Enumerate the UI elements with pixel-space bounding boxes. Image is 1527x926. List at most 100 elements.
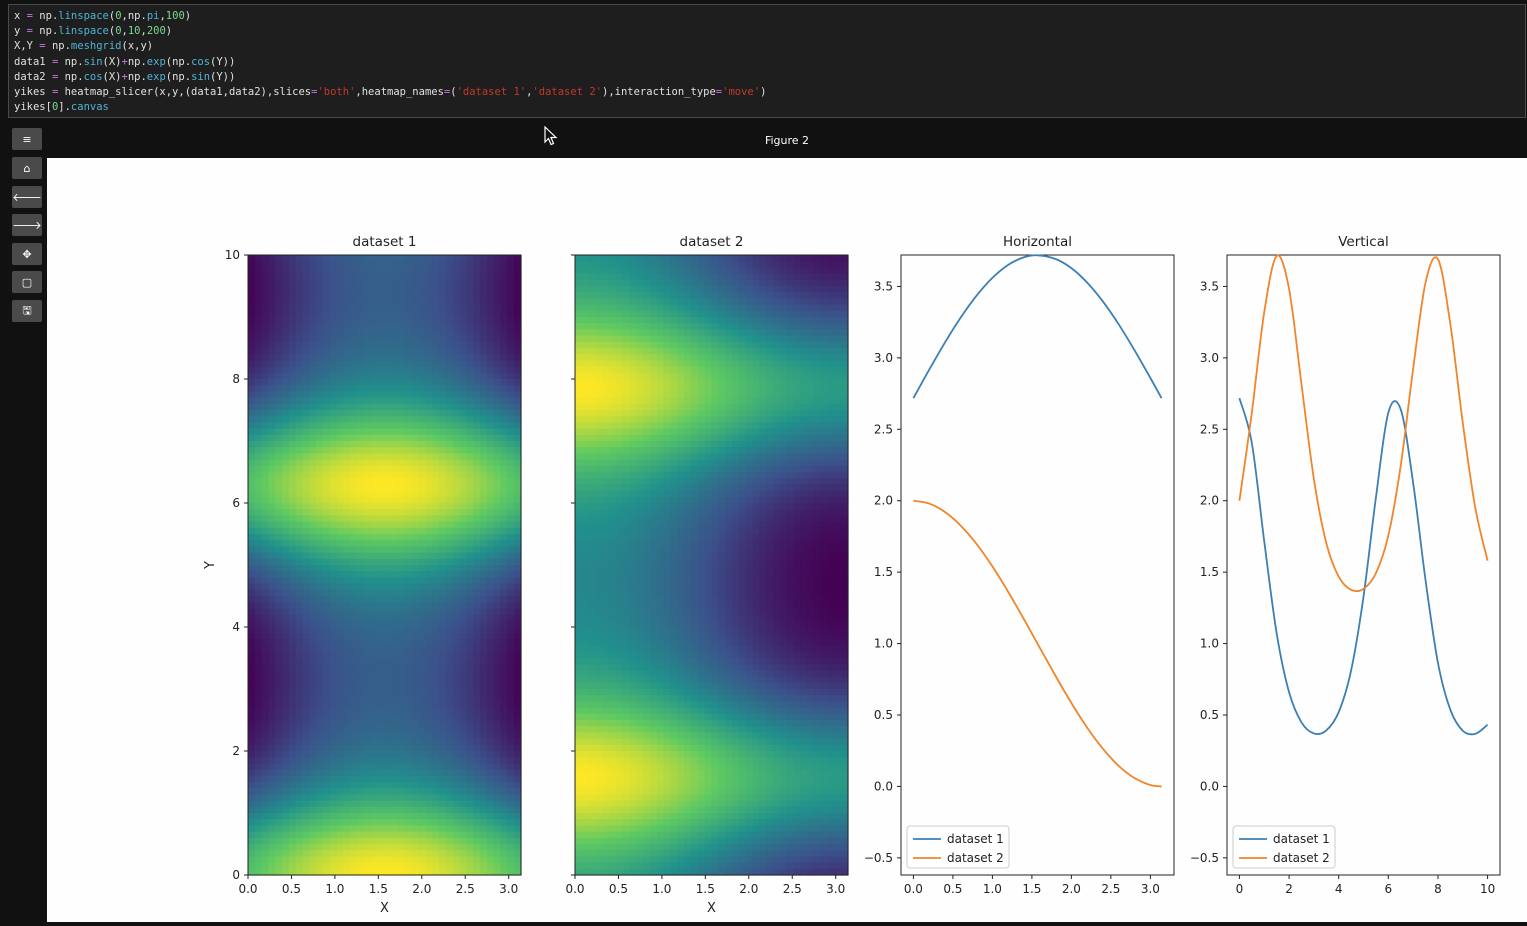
heatmap-cell: [439, 838, 446, 845]
home-button[interactable]: ⌂: [12, 157, 42, 179]
heatmap-cell: [466, 391, 473, 398]
heatmap-cell: [391, 348, 398, 355]
heatmap-cell: [514, 317, 521, 324]
heatmap-cell: [364, 522, 371, 529]
heatmap-cell: [323, 367, 330, 374]
heatmap-cell: [466, 664, 473, 671]
heatmap-cell: [507, 491, 514, 498]
heatmap-cell: [466, 484, 473, 491]
heatmap-cell: [425, 391, 432, 398]
heatmap-cell: [582, 311, 589, 318]
heatmap-cell: [473, 373, 480, 380]
heatmap-cell: [595, 441, 602, 448]
heatmap-cell: [364, 379, 371, 386]
code-cell[interactable]: x = np.linspace(0,np.pi,100) y = np.lins…: [8, 4, 1526, 118]
heatmap-cell: [357, 367, 364, 374]
heatmap-cell: [391, 379, 398, 386]
heatmap-cell: [494, 856, 501, 863]
heatmap-cell: [289, 280, 296, 287]
heatmap-cell: [473, 608, 480, 615]
heatmap-cell: [419, 410, 426, 417]
heatmap-cell: [296, 627, 303, 634]
heatmap-cell: [330, 472, 337, 479]
heatmap-cell: [630, 261, 637, 268]
heatmap-cell: [309, 274, 316, 281]
heatmap-cell: [296, 478, 303, 485]
heatmap-cell: [494, 652, 501, 659]
heatmap-cell: [255, 794, 262, 801]
pan-button[interactable]: ✥: [12, 243, 42, 265]
heatmap-cell: [255, 286, 262, 293]
heatmap-cell: [385, 633, 392, 640]
y-tick-label: 6: [232, 496, 240, 510]
heatmap-cell: [391, 584, 398, 591]
heatmap-cell: [575, 447, 582, 454]
heatmap-cell: [507, 770, 514, 777]
heatmap-cell: [323, 410, 330, 417]
heatmap-cell: [480, 274, 487, 281]
heatmap-cell: [446, 819, 453, 826]
heatmap-cell: [425, 354, 432, 361]
heatmap-cell: [575, 863, 582, 870]
back-button[interactable]: 🡐: [12, 186, 42, 208]
heatmap-cell: [282, 460, 289, 467]
heatmap-cell: [575, 509, 582, 516]
heatmap-cell: [501, 360, 508, 367]
forward-button[interactable]: 🡒: [12, 214, 42, 236]
heatmap-cell: [453, 850, 460, 857]
zoom-rect-button[interactable]: ▢: [12, 271, 42, 293]
heatmap-cell: [636, 298, 643, 305]
heatmap-cell: [323, 584, 330, 591]
heatmap-cell: [616, 559, 623, 566]
figure-canvas[interactable]: dataset 10.00.51.01.52.02.53.00246810XYd…: [47, 158, 1527, 922]
heatmap-cell: [623, 763, 630, 770]
heatmap-cell: [309, 739, 316, 746]
heatmap-cell: [609, 577, 616, 584]
heatmap-cell: [282, 379, 289, 386]
heatmap-cell: [282, 441, 289, 448]
heatmap-cell: [453, 391, 460, 398]
heatmap-cell: [344, 776, 351, 783]
heatmap-cell: [460, 714, 467, 721]
heatmap-cell: [296, 342, 303, 349]
heatmap-cell: [630, 751, 637, 758]
heatmap-cell: [364, 404, 371, 411]
heatmap-cell: [616, 367, 623, 374]
heatmap-cell: [316, 689, 323, 696]
heatmap-cell: [378, 714, 385, 721]
heatmap-cell: [385, 745, 392, 752]
heatmap-cell: [609, 732, 616, 739]
heatmap-cell: [453, 274, 460, 281]
heatmap-cell: [364, 745, 371, 752]
heatmap-cell: [425, 410, 432, 417]
heatmap-cell: [494, 726, 501, 733]
menu-button[interactable]: ≡: [12, 128, 42, 150]
save-button[interactable]: 🖫: [12, 300, 42, 322]
heatmap-cell: [432, 726, 439, 733]
heatmap-cell: [309, 565, 316, 572]
heatmap-cell: [460, 348, 467, 355]
heatmap-cell: [501, 838, 508, 845]
heatmap-cell: [507, 590, 514, 597]
heatmap-cell: [255, 652, 262, 659]
heatmap-cell: [582, 608, 589, 615]
heatmap-cell: [501, 441, 508, 448]
heatmap-cell: [514, 286, 521, 293]
heatmap-cell: [391, 689, 398, 696]
heatmap-cell: [364, 311, 371, 318]
heatmap-cell: [330, 404, 337, 411]
heatmap-cell: [262, 590, 269, 597]
plot-svg[interactable]: dataset 10.00.51.01.52.02.53.00246810XYd…: [47, 158, 1527, 922]
heatmap-cell: [378, 757, 385, 764]
heatmap-cell: [391, 633, 398, 640]
heatmap-cell: [268, 460, 275, 467]
heatmap-cell: [473, 435, 480, 442]
heatmap-cell: [385, 695, 392, 702]
heatmap-cell: [282, 677, 289, 684]
heatmap-cell: [514, 832, 521, 839]
heatmap-cell: [460, 608, 467, 615]
heatmap-cell: [609, 602, 616, 609]
heatmap-cell: [412, 720, 419, 727]
heatmap-cell: [494, 850, 501, 857]
heatmap-cell: [589, 639, 596, 646]
